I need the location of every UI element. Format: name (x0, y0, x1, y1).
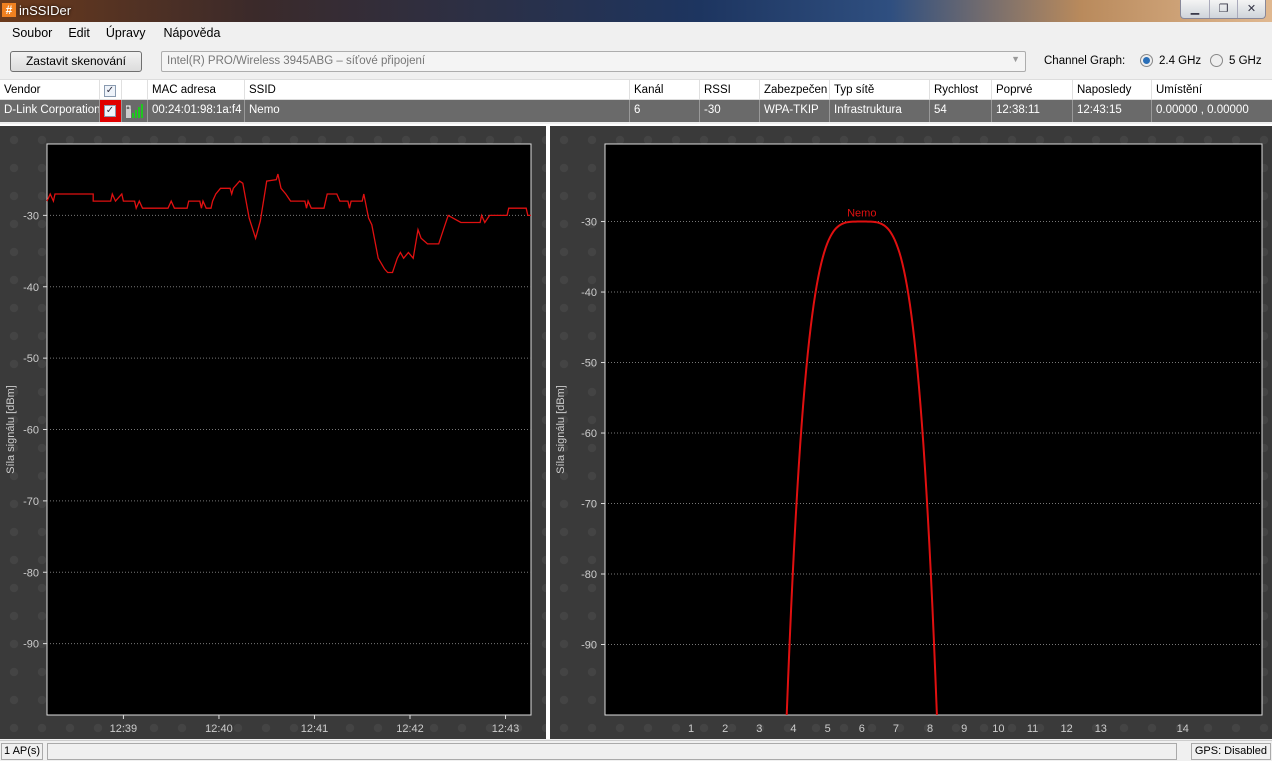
x-tick-label: 13 (1095, 723, 1107, 735)
col-speed[interactable]: Rychlost (930, 80, 992, 99)
y-axis-label: Síla signálu [dBm] (5, 385, 17, 474)
x-tick-label: 1 (688, 723, 694, 735)
band-24-label[interactable]: 2.4 GHz (1159, 55, 1201, 67)
restore-button[interactable]: ❐ (1209, 0, 1237, 18)
x-tick-label: 8 (927, 723, 933, 735)
x-tick-label: 12:39 (110, 723, 138, 735)
x-tick-label: 6 (859, 723, 865, 735)
x-tick-label: 10 (992, 723, 1004, 735)
x-tick-label: 2 (722, 723, 728, 735)
adapter-value: Intel(R) PRO/Wireless 3945ABG – síťové p… (167, 55, 426, 67)
table-row[interactable]: D-Link Corporation ✓ 00:24:01:98:1a:f4 N… (0, 100, 1272, 122)
lock-signal-bars-icon (125, 104, 143, 118)
adapter-select[interactable]: Intel(R) PRO/Wireless 3945ABG – síťové p… (161, 51, 1026, 72)
x-tick-label: 12:43 (492, 723, 520, 735)
menu-bar: Soubor Edit Úpravy Nápověda (0, 22, 1272, 44)
col-location[interactable]: Umístění (1152, 80, 1272, 99)
col-signal[interactable] (122, 80, 148, 99)
col-type[interactable]: Typ sítě (830, 80, 930, 99)
chevron-down-icon: ▼ (1011, 54, 1020, 64)
app-logo-icon: # (2, 3, 16, 17)
x-tick-label: 11 (1027, 723, 1038, 735)
status-message (47, 743, 1177, 760)
col-vendor[interactable]: Vendor (0, 80, 100, 99)
table-header: Vendor ✓ MAC adresa SSID Kanál RSSI Zabe… (0, 79, 1272, 100)
window-title: inSSIDer (19, 3, 72, 18)
col-security[interactable]: Zabezpečen (760, 80, 830, 99)
title-bar: # inSSIDer ▁ ❐ ✕ (0, 0, 1272, 22)
cell-signal (122, 100, 148, 122)
cell-vendor: D-Link Corporation (0, 100, 100, 122)
cell-rssi: -30 (700, 100, 760, 122)
y-tick-label: -60 (581, 428, 597, 440)
col-first-seen[interactable]: Poprvé (992, 80, 1073, 99)
y-axis-label: Síla signálu [dBm] (555, 385, 567, 474)
x-tick-label: 12 (1061, 723, 1073, 735)
cell-channel: 6 (630, 100, 700, 122)
cell-first-seen: 12:38:11 (992, 100, 1073, 122)
channel-graph: -30 -40 -50 -60 -70 -80 -90 Síla signálu [dBm] 1… (555, 143, 1263, 735)
y-tick-label: -70 (581, 499, 597, 511)
select-all-checkbox[interactable]: ✓ (104, 85, 116, 97)
time-graph: -30 -40 -50 -60 -70 -80 -90 Síla signálu [dBm] 1… (5, 143, 532, 735)
col-mac[interactable]: MAC adresa (148, 80, 245, 99)
y-tick-label: -80 (581, 569, 597, 581)
x-tick-label: 12:40 (205, 723, 233, 735)
toolbar: Zastavit skenování Intel(R) PRO/Wireless… (0, 46, 1272, 76)
y-tick-label: -40 (581, 287, 597, 299)
band-24-radio[interactable] (1140, 54, 1153, 67)
graphs-area: -30 -40 -50 -60 -70 -80 -90 Síla signálu [dBm] 1… (0, 124, 1272, 739)
band-5-radio[interactable] (1210, 54, 1223, 67)
menu-soubor[interactable]: Soubor (4, 22, 60, 44)
y-tick-label: -80 (23, 567, 39, 579)
cell-type: Infrastruktura (830, 100, 930, 122)
cell-location: 0.00000 , 0.00000 (1156, 104, 1249, 116)
row-checkbox[interactable]: ✓ (104, 105, 116, 117)
y-tick-label: -90 (581, 640, 597, 652)
channel-graph-panel: -30 -40 -50 -60 -70 -80 -90 Síla signálu [dBm] 1… (550, 126, 1272, 739)
x-tick-label: 5 (825, 723, 831, 735)
cell-mac: 00:24:01:98:1a:f4 (148, 100, 245, 122)
cell-security: WPA-TKIP (760, 100, 830, 122)
x-tick-label: 4 (790, 723, 796, 735)
stop-scan-button[interactable]: Zastavit skenování (10, 51, 142, 72)
time-graph-panel: -30 -40 -50 -60 -70 -80 -90 Síla signálu [dBm] 1… (0, 126, 546, 739)
minimize-button[interactable]: ▁ (1181, 0, 1209, 18)
gps-status: GPS: Disabled (1190, 743, 1271, 760)
cell-checkbox[interactable]: ✓ (100, 100, 122, 122)
cell-last-seen: 12:43:15 (1073, 100, 1152, 122)
x-tick-label: 9 (961, 723, 967, 735)
cell-ssid: Nemo (245, 100, 630, 122)
series-label: Nemo (847, 208, 876, 220)
y-tick-label: -40 (23, 282, 39, 294)
y-tick-label: -70 (23, 496, 39, 508)
x-tick-label: 7 (893, 723, 899, 735)
col-ssid[interactable]: SSID (245, 80, 630, 99)
x-tick-label: 14 (1177, 723, 1189, 735)
band-5-label[interactable]: 5 GHz (1229, 55, 1262, 67)
y-tick-label: -90 (23, 639, 39, 651)
x-tick-label: 12:42 (396, 723, 424, 735)
y-tick-label: -30 (581, 217, 597, 229)
col-select-all[interactable]: ✓ (100, 80, 122, 99)
col-rssi[interactable]: RSSI (700, 80, 760, 99)
x-tick-label: 3 (756, 723, 762, 735)
close-button[interactable]: ✕ (1237, 0, 1265, 18)
menu-upravy[interactable]: Úpravy (98, 22, 154, 44)
y-tick-label: -50 (581, 358, 597, 370)
menu-edit[interactable]: Edit (60, 22, 98, 44)
menu-napoveda[interactable]: Nápověda (155, 22, 228, 44)
cell-speed: 54 (930, 100, 992, 122)
status-bar: 1 AP(s) GPS: Disabled (0, 740, 1272, 761)
y-tick-label: -30 (23, 210, 39, 222)
y-tick-label: -50 (23, 353, 39, 365)
x-tick-label: 12:41 (301, 723, 329, 735)
ap-count: 1 AP(s) (1, 743, 44, 760)
col-last-seen[interactable]: Naposledy (1073, 80, 1152, 99)
y-tick-label: -60 (23, 425, 39, 437)
col-channel[interactable]: Kanál (630, 80, 700, 99)
channel-graph-label: Channel Graph: (1044, 55, 1126, 67)
